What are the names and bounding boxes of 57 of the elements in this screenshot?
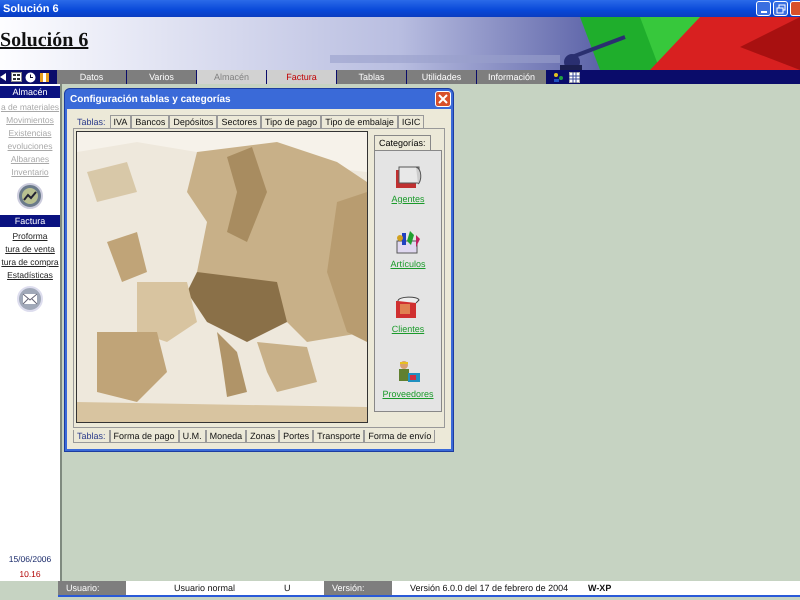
tab[interactable]: Zonas: [246, 430, 280, 443]
tab[interactable]: Transporte: [313, 430, 364, 443]
minimize-button[interactable]: [756, 1, 771, 16]
field-label: Usuario:: [58, 581, 126, 595]
date-text: 15/06/2006: [8, 554, 52, 564]
close-button[interactable]: [435, 91, 451, 107]
menu-item[interactable]: Utilidades: [407, 70, 477, 84]
tab[interactable]: Categorías:: [374, 135, 431, 150]
dialog-title: Configuración tablas y categorías: [70, 94, 231, 104]
tab[interactable]: Tipo de embalaje: [321, 115, 398, 128]
tab[interactable]: U.M.: [178, 430, 206, 443]
grid-icon[interactable]: [569, 72, 580, 82]
user-text: Usuario normal: [173, 582, 236, 595]
field-label: Versión:: [324, 581, 392, 595]
menu-item[interactable]: Información: [477, 70, 547, 84]
envelope-icon[interactable]: [17, 286, 43, 312]
menu-item[interactable]: Varios: [127, 70, 197, 84]
version-text: Versión 6.0.0 del 17 de febrero de 2004: [409, 582, 570, 595]
menu-item[interactable]: Factura: [267, 70, 337, 84]
sidebar-link[interactable]: tura de venta: [5, 243, 55, 256]
tab[interactable]: IGIC: [398, 115, 424, 128]
tab[interactable]: Portes: [279, 430, 314, 443]
restore-icon: [776, 4, 786, 14]
tab[interactable]: Bancos: [131, 115, 170, 128]
minimize-icon: [760, 10, 766, 12]
menu-item[interactable]: Tablas: [337, 70, 407, 84]
arrow-icon[interactable]: [0, 72, 8, 82]
calculator-icon[interactable]: [11, 72, 22, 82]
tab[interactable]: Sectores: [217, 115, 261, 128]
people-icon[interactable]: [553, 72, 564, 82]
restore-button[interactable]: [773, 1, 788, 16]
tab[interactable]: Moneda: [206, 430, 246, 443]
section-header: Factura: [0, 215, 60, 227]
close-button[interactable]: [790, 1, 800, 16]
folder-icon[interactable]: [394, 294, 422, 320]
time-text: 10.16: [19, 569, 41, 579]
tab[interactable]: Tipo de pago: [260, 115, 322, 128]
tab[interactable]: IVA: [110, 115, 132, 128]
section-header: Almacén: [0, 86, 60, 98]
tab[interactable]: Forma de envío: [364, 430, 436, 443]
os-text: W-XP: [588, 582, 612, 595]
window-title: Solución 6: [3, 2, 59, 14]
chart-icon[interactable]: [17, 183, 43, 209]
close-icon: [438, 94, 448, 104]
binder-icon[interactable]: [394, 164, 422, 190]
clock-icon[interactable]: [25, 72, 36, 82]
sidebar-link[interactable]: tura de compra: [1, 256, 59, 269]
tab[interactable]: Forma de pago: [110, 430, 179, 443]
sidebar-link[interactable]: Proforma: [12, 230, 48, 243]
book-icon[interactable]: [39, 72, 50, 82]
tools-icon[interactable]: [394, 228, 422, 254]
user-code: U: [284, 582, 292, 595]
menu-item[interactable]: Datos: [57, 70, 127, 84]
sidebar-link[interactable]: Estadísticas: [7, 269, 53, 282]
tab[interactable]: Depósitos: [169, 115, 218, 128]
app-title: Solución 6: [0, 29, 88, 52]
tab[interactable]: Tablas:: [73, 430, 110, 443]
